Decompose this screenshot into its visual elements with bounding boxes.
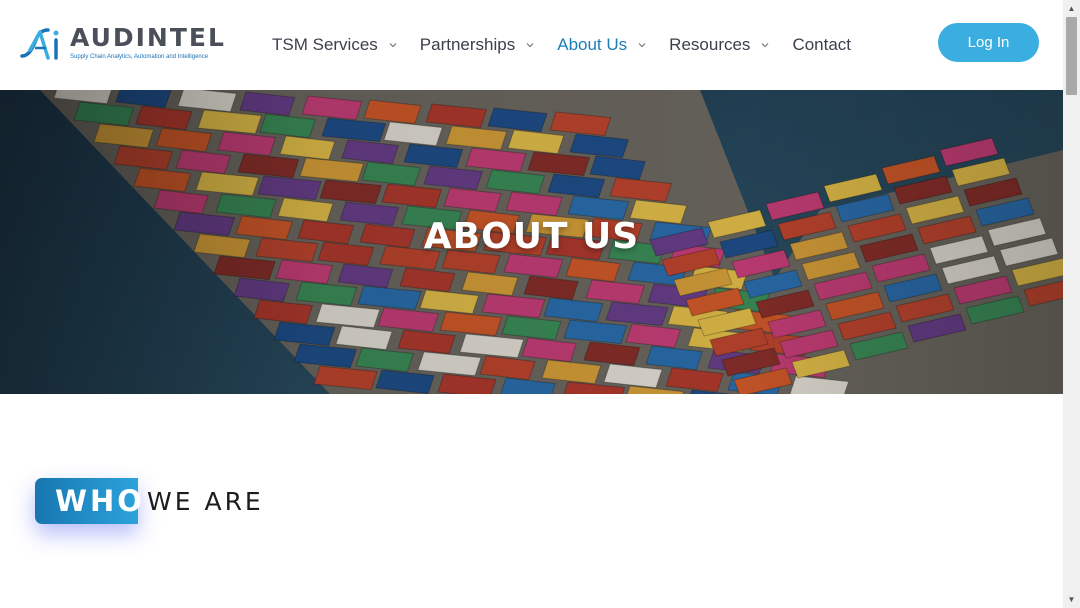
heading-highlight: WHO <box>35 478 142 524</box>
nav-label: Partnerships <box>419 35 516 54</box>
heading-rest: WE ARE <box>147 486 264 516</box>
scroll-down-icon[interactable]: ▼ <box>1063 591 1080 608</box>
logo-wordmark: AUDINTEL <box>70 23 226 52</box>
nav-item-contact[interactable]: Contact <box>792 35 851 55</box>
nav-item-resources[interactable]: Resources <box>669 35 770 55</box>
nav-item-partnerships[interactable]: Partnerships <box>420 35 535 55</box>
nav-item-tsm-services[interactable]: TSM Services <box>272 35 398 55</box>
page-scrollbar[interactable]: ▲ ▼ <box>1063 0 1080 608</box>
chevron-down-icon <box>762 43 769 48</box>
nav-label: TSM Services <box>272 35 378 54</box>
section-heading: WHO WE ARE <box>35 478 264 524</box>
scroll-up-icon[interactable]: ▲ <box>1063 0 1080 17</box>
main-nav: TSM Services Partnerships About Us Resou… <box>272 33 873 57</box>
logo-mark-icon <box>20 28 59 60</box>
nav-label: Contact <box>792 35 852 54</box>
chevron-down-icon <box>389 43 397 48</box>
nav-label: Resources <box>669 35 751 54</box>
login-button[interactable]: Log In <box>938 23 1039 62</box>
logo-tagline: Supply Chain Analytics, Automation and I… <box>70 54 209 60</box>
scrollbar-thumb[interactable] <box>1066 17 1077 95</box>
page-title: ABOUT US <box>423 216 640 257</box>
nav-item-about-us[interactable]: About Us <box>557 35 647 55</box>
page: AUDINTEL Supply Chain Analytics, Automat… <box>0 0 1063 608</box>
site-logo[interactable]: AUDINTEL Supply Chain Analytics, Automat… <box>18 20 226 66</box>
chevron-down-icon <box>526 43 534 48</box>
nav-label: About Us <box>557 35 628 54</box>
chevron-down-icon <box>638 43 646 48</box>
site-header: AUDINTEL Supply Chain Analytics, Automat… <box>0 0 1063 90</box>
hero-banner: ABOUT US <box>0 90 1063 394</box>
